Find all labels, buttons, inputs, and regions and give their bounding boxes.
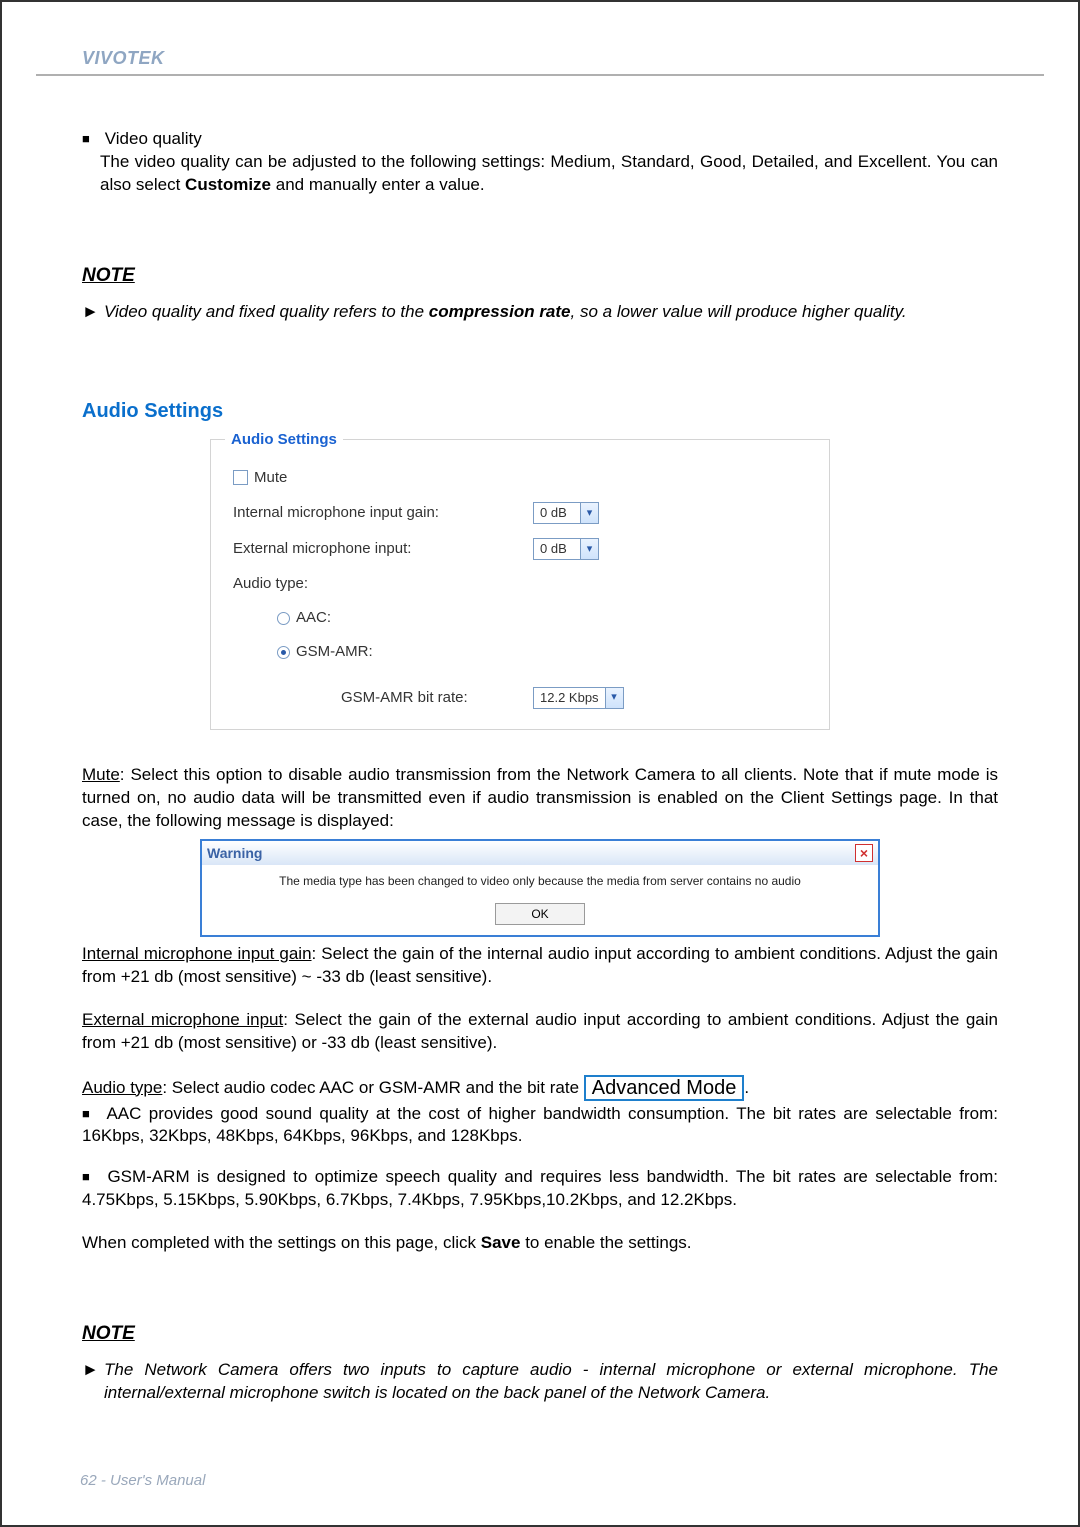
close-icon[interactable]: ×: [855, 844, 873, 862]
mute-checkbox[interactable]: [233, 470, 248, 485]
audio-settings-panel: Audio Settings Mute Internal microphone …: [210, 439, 830, 730]
chevron-down-icon[interactable]: ▾: [605, 688, 623, 708]
video-quality-body: The video quality can be adjusted to the…: [82, 151, 998, 197]
internal-gain-row: Internal microphone input gain: 0 dB ▾: [233, 502, 807, 524]
footer-label: User's Manual: [110, 1472, 205, 1489]
chevron-down-icon[interactable]: ▾: [580, 503, 598, 523]
codec-list: AAC provides good sound quality at the c…: [82, 1103, 998, 1213]
chevron-down-icon[interactable]: ▾: [580, 539, 598, 559]
manual-page: VIVOTEK Video quality The video quality …: [0, 0, 1080, 1527]
mute-lead: Mute: [82, 765, 120, 784]
note-heading: NOTE: [82, 1321, 998, 1347]
aac-radio[interactable]: [277, 612, 290, 625]
mute-body: : Select this option to disable audio tr…: [82, 765, 998, 830]
ok-button[interactable]: OK: [495, 903, 585, 925]
body: : Select audio codec AAC or GSM-AMR and …: [162, 1078, 583, 1097]
tail: .: [744, 1078, 749, 1097]
video-quality-title: Video quality: [105, 129, 202, 148]
external-input-paragraph: External microphone input: Select the ga…: [82, 1009, 998, 1055]
page-content: Video quality The video quality can be a…: [2, 76, 1078, 1444]
text: and manually enter a value.: [271, 175, 485, 194]
external-input-label: External microphone input:: [233, 539, 533, 559]
bitrate-label: GSM-AMR bit rate:: [341, 688, 533, 708]
select-value: 0 dB: [534, 504, 580, 522]
save-paragraph: When completed with the settings on this…: [82, 1232, 998, 1255]
gsm-row: GSM-AMR:: [233, 642, 807, 662]
text: , so a lower value will produce higher q…: [571, 302, 907, 321]
mute-row: Mute: [233, 468, 807, 488]
text: When completed with the settings on this…: [82, 1233, 481, 1252]
note-text: The Network Camera offers two inputs to …: [104, 1359, 998, 1405]
video-quality-list: Video quality The video quality can be a…: [82, 128, 998, 197]
advanced-mode-badge: Advanced Mode: [584, 1075, 745, 1101]
text-bold: Save: [481, 1233, 521, 1252]
select-value: 12.2 Kbps: [534, 689, 605, 707]
dialog-title: Warning: [207, 844, 855, 863]
aac-description: AAC provides good sound quality at the c…: [82, 1104, 998, 1146]
page-footer: 62 - User's Manual: [80, 1471, 205, 1491]
arrow-icon: ►: [82, 1359, 104, 1405]
lead: Audio type: [82, 1078, 162, 1097]
audio-type-label: Audio type:: [233, 574, 308, 594]
text-bold: Customize: [185, 175, 271, 194]
audio-type-paragraph: Audio type: Select audio codec AAC or GS…: [82, 1075, 998, 1101]
aac-row: AAC:: [233, 608, 807, 628]
gsm-radio[interactable]: [277, 646, 290, 659]
note-body: ► Video quality and fixed quality refers…: [82, 301, 998, 324]
audio-type-row: Audio type:: [233, 574, 807, 594]
dialog-message: The media type has been changed to video…: [202, 865, 878, 897]
lead: Internal microphone input gain: [82, 944, 312, 963]
arrow-icon: ►: [82, 301, 104, 324]
note-heading: NOTE: [82, 263, 998, 289]
audio-settings-heading: Audio Settings: [82, 398, 998, 425]
select-value: 0 dB: [534, 540, 580, 558]
gsm-description: GSM-ARM is designed to optimize speech q…: [82, 1167, 998, 1209]
panel-title: Audio Settings: [225, 430, 343, 450]
mute-paragraph: Mute: Select this option to disable audi…: [82, 764, 998, 833]
mute-label: Mute: [254, 468, 287, 488]
text: Video quality and fixed quality refers t…: [104, 302, 429, 321]
external-input-select[interactable]: 0 dB ▾: [533, 538, 599, 560]
page-number: 62: [80, 1472, 97, 1489]
note-text: Video quality and fixed quality refers t…: [104, 301, 907, 324]
external-input-row: External microphone input: 0 dB ▾: [233, 538, 807, 560]
internal-gain-select[interactable]: 0 dB ▾: [533, 502, 599, 524]
brand-label: VIVOTEK: [36, 46, 1044, 70]
text-bold: compression rate: [429, 302, 571, 321]
warning-dialog: Warning × The media type has been change…: [200, 839, 880, 937]
note-body: ► The Network Camera offers two inputs t…: [82, 1359, 998, 1405]
dialog-titlebar: Warning ×: [202, 841, 878, 866]
text: to enable the settings.: [520, 1233, 691, 1252]
internal-gain-label: Internal microphone input gain:: [233, 503, 533, 523]
page-header: VIVOTEK: [36, 46, 1044, 76]
aac-label: AAC:: [296, 608, 331, 628]
lead: External microphone input: [82, 1010, 283, 1029]
gsm-label: GSM-AMR:: [296, 642, 373, 662]
bitrate-row: GSM-AMR bit rate: 12.2 Kbps ▾: [233, 687, 807, 709]
dialog-actions: OK: [202, 898, 878, 935]
bitrate-select[interactable]: 12.2 Kbps ▾: [533, 687, 624, 709]
internal-gain-paragraph: Internal microphone input gain: Select t…: [82, 943, 998, 989]
